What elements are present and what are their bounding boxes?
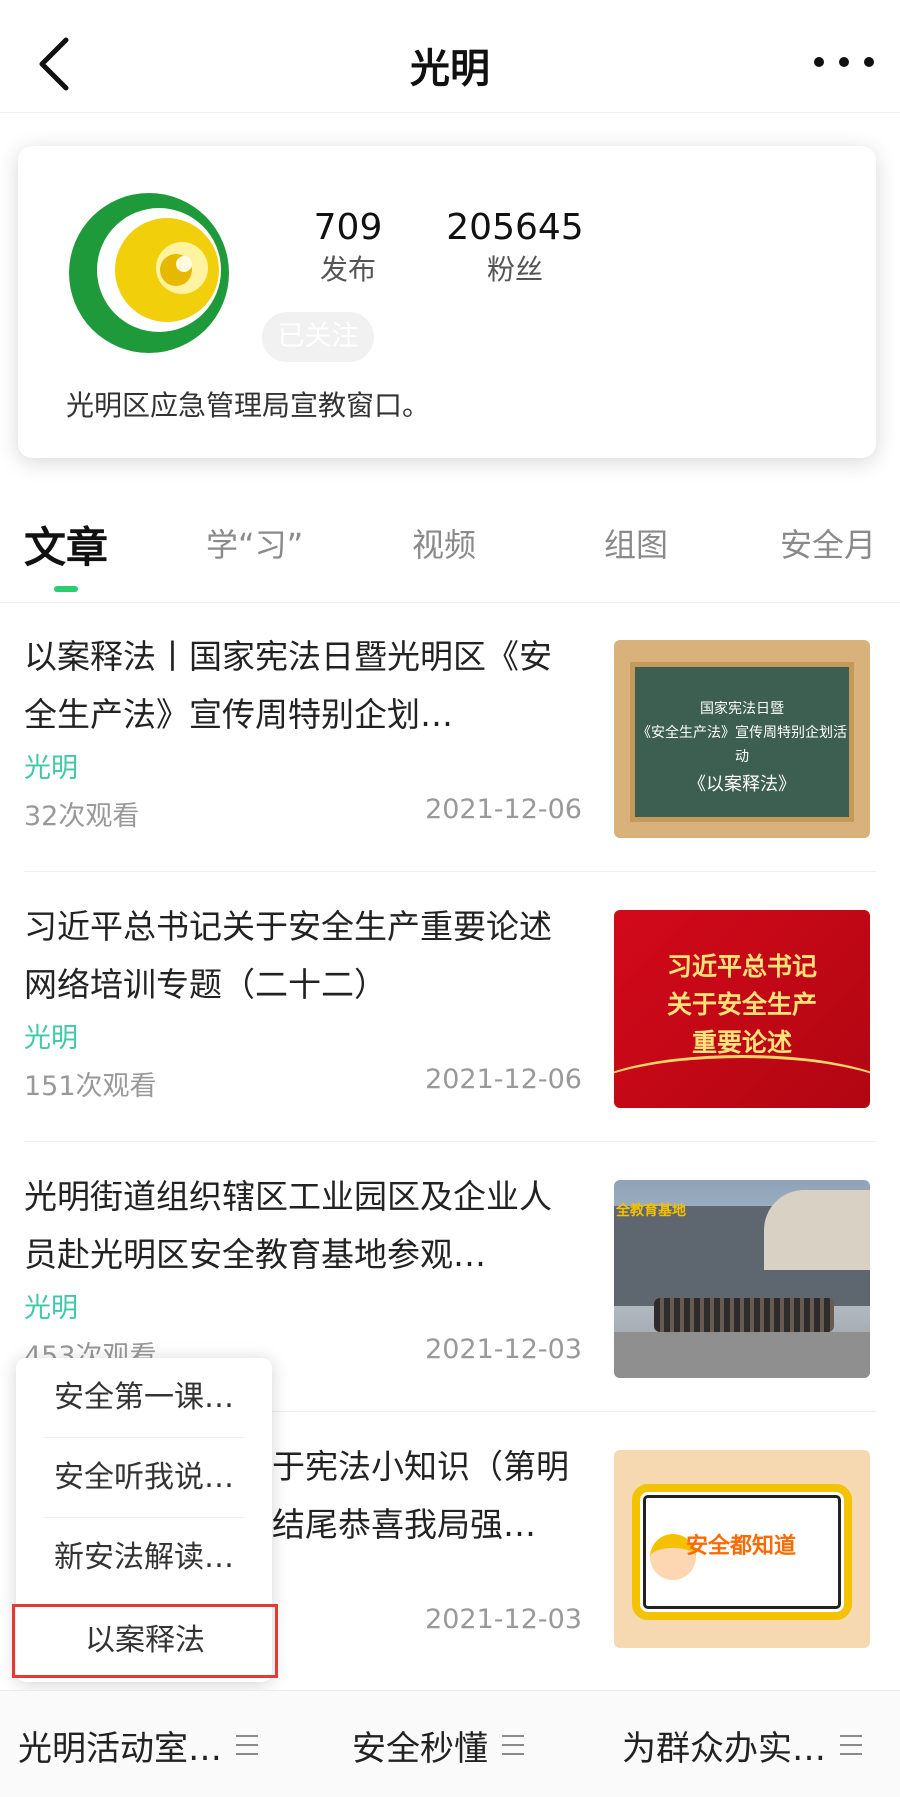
tab-study[interactable]: 学“习” bbox=[206, 520, 303, 566]
article-views: 151次观看 bbox=[24, 1071, 157, 1102]
tab-video[interactable]: 视频 bbox=[412, 520, 476, 566]
tab-articles[interactable]: 文章 bbox=[24, 514, 108, 575]
submenu-item-highlighted[interactable]: 以案释法 bbox=[12, 1604, 278, 1678]
posts-stat[interactable]: 709 发布 bbox=[288, 206, 408, 290]
thumbnail-text: 《安全生产法》宣传周特别企划活动 bbox=[637, 725, 847, 765]
posts-count: 709 bbox=[313, 207, 383, 248]
submenu-icon bbox=[502, 1735, 524, 1755]
bottom-menu-item[interactable]: 安全秒懂 bbox=[352, 1721, 524, 1769]
article-title[interactable]: 光明街道组织辖区工业园区及企业人员赴光明区安全教育基地参观… bbox=[24, 1168, 564, 1284]
article-thumbnail[interactable]: 全教育基地 bbox=[614, 1180, 870, 1378]
chalkboard-graphic: 国家宪法日暨 《安全生产法》宣传周特别企划活动 《以案释法》 bbox=[630, 662, 854, 822]
article-views: 32次观看 bbox=[24, 801, 140, 832]
posts-label: 发布 bbox=[319, 253, 376, 286]
ground-graphic bbox=[614, 1332, 870, 1378]
article-title[interactable]: 于宪法小知识（第明结尾恭喜我局强… bbox=[272, 1438, 572, 1554]
content-tabs: 文章 学“习” 视频 组图 安全月 bbox=[0, 510, 900, 603]
thumbnail-text: 习近平总书记 bbox=[666, 952, 817, 981]
thumbnail-text: 《以案释法》 bbox=[688, 774, 796, 795]
article-item[interactable]: 习近平总书记关于安全生产重要论述网络培训专题（二十二） 光明 151次观看 20… bbox=[0, 872, 900, 1142]
page-title: 光明 bbox=[410, 46, 490, 92]
bottom-menu-bar: 光明活动室… 安全秒懂 为群众办实… bbox=[0, 1690, 900, 1797]
submenu-popup: 安全第一课… 安全听我说… 新安法解读… 以案释法 bbox=[12, 1358, 278, 1682]
article-date: 2021-12-06 bbox=[425, 794, 582, 825]
thumbnail-text: 关于安全生产 bbox=[666, 990, 817, 1019]
article-date: 2021-12-03 bbox=[425, 1604, 582, 1635]
thumbnail-caption: 习近平总书记 关于安全生产 重要论述 bbox=[614, 948, 870, 1062]
article-thumbnail[interactable]: 安全都知道 bbox=[614, 1450, 870, 1648]
article-source: 光明 bbox=[24, 1293, 78, 1324]
thumbnail-text: 国家宪法日暨 bbox=[700, 701, 784, 717]
article-title[interactable]: 以案释法丨国家宪法日暨光明区《安全生产法》宣传周特别企划… bbox=[24, 628, 564, 744]
fans-stat[interactable]: 205645 粉丝 bbox=[430, 206, 600, 290]
article-title[interactable]: 习近平总书记关于安全生产重要论述网络培训专题（二十二） bbox=[24, 898, 564, 1014]
bottom-menu-item[interactable]: 光明活动室… bbox=[18, 1721, 258, 1769]
account-bio: 光明区应急管理局宣教窗口。 bbox=[66, 389, 431, 422]
thumbnail-text: 全教育基地 bbox=[616, 1203, 686, 1219]
tab-safety-month[interactable]: 安全月 bbox=[780, 520, 876, 566]
more-options-button[interactable] bbox=[814, 50, 874, 74]
decorative-wave bbox=[614, 1055, 870, 1108]
submenu-item[interactable]: 安全听我说… bbox=[16, 1438, 272, 1518]
tab-gallery[interactable]: 组图 bbox=[604, 520, 668, 566]
more-dot-icon bbox=[814, 57, 824, 67]
bottom-menu-item[interactable]: 为群众办实… bbox=[622, 1721, 862, 1769]
active-tab-indicator bbox=[54, 586, 78, 592]
more-dot-icon bbox=[864, 57, 874, 67]
article-thumbnail[interactable]: 习近平总书记 关于安全生产 重要论述 bbox=[614, 910, 870, 1108]
bottom-menu-label: 光明活动室… bbox=[18, 1728, 222, 1769]
article-item[interactable]: 以案释法丨国家宪法日暨光明区《安全生产法》宣传周特别企划… 光明 32次观看 2… bbox=[0, 602, 900, 872]
bottom-menu-label: 为群众办实… bbox=[622, 1728, 826, 1769]
following-button[interactable]: 已关注 bbox=[262, 312, 374, 362]
article-date: 2021-12-06 bbox=[425, 1064, 582, 1095]
article-source: 光明 bbox=[24, 1023, 78, 1054]
thumbnail-text: 安全都知道 bbox=[686, 1534, 797, 1559]
fans-count: 205645 bbox=[446, 207, 584, 248]
bottom-menu-label: 安全秒懂 bbox=[352, 1728, 488, 1769]
submenu-item[interactable]: 安全第一课… bbox=[16, 1358, 272, 1438]
submenu-icon bbox=[840, 1735, 862, 1755]
submenu-item[interactable]: 新安法解读… bbox=[16, 1518, 272, 1598]
submenu-icon bbox=[236, 1735, 258, 1755]
article-source: 光明 bbox=[24, 753, 78, 784]
building-roof-graphic bbox=[764, 1190, 870, 1270]
crowd-graphic bbox=[654, 1298, 834, 1332]
top-nav-bar: 光明 bbox=[0, 0, 900, 113]
article-date: 2021-12-03 bbox=[425, 1334, 582, 1365]
account-logo[interactable] bbox=[64, 188, 234, 358]
fans-label: 粉丝 bbox=[486, 253, 543, 286]
profile-card: 709 发布 205645 粉丝 已关注 光明区应急管理局宣教窗口。 bbox=[18, 146, 876, 458]
more-dot-icon bbox=[839, 57, 849, 67]
article-thumbnail[interactable]: 国家宪法日暨 《安全生产法》宣传周特别企划活动 《以案释法》 bbox=[614, 640, 870, 838]
